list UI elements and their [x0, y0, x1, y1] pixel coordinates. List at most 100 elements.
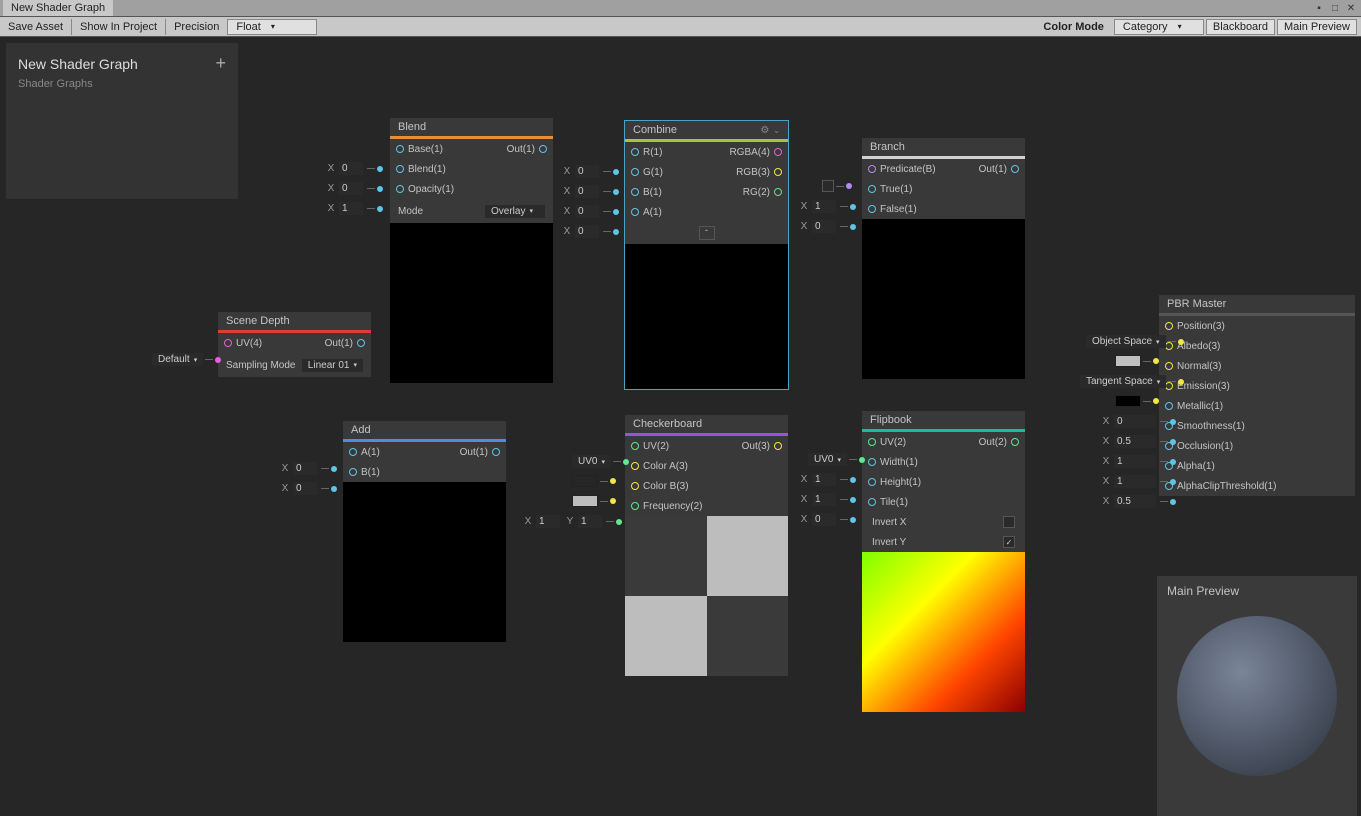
node-title[interactable]: Branch — [862, 138, 1025, 156]
branch-false-prefield[interactable]: X0 — [798, 220, 856, 233]
sampling-mode-dropdown[interactable]: Linear 01 — [302, 359, 363, 372]
node-flipbook[interactable]: Flipbook UV(2) Width(1) Height(1) Tile(1… — [862, 411, 1025, 712]
uv-dropdown[interactable]: UV0 — [572, 455, 611, 468]
port-in-b[interactable] — [631, 188, 639, 196]
blackboard-panel[interactable]: New Shader Graph + Shader Graphs — [6, 43, 238, 199]
blend-base-prefield[interactable]: X0 — [325, 162, 383, 175]
port-out[interactable] — [1011, 438, 1019, 446]
combine-g-prefield[interactable]: X0 — [561, 185, 619, 198]
pbr-alpha-prefield[interactable]: X1 — [1100, 475, 1176, 488]
node-scene-depth[interactable]: Scene Depth UV(4) Out(1) Sampling Mode L… — [218, 312, 371, 377]
branch-true-prefield[interactable]: X1 — [798, 200, 856, 213]
port-in-g[interactable] — [631, 168, 639, 176]
pbr-albedo-swatch[interactable] — [1115, 355, 1159, 367]
node-title[interactable]: Flipbook — [862, 411, 1025, 429]
port-in-metallic[interactable] — [1165, 402, 1173, 410]
checker-uv-prefield[interactable]: UV0 — [572, 455, 629, 468]
port-out-rgba[interactable] — [774, 148, 782, 156]
graph-canvas[interactable]: New Shader Graph + Shader Graphs Blend B… — [0, 37, 1361, 816]
main-preview-toggle[interactable]: Main Preview — [1277, 19, 1357, 35]
collapse-preview-button[interactable]: ˆ — [699, 226, 715, 240]
port-out[interactable] — [539, 145, 547, 153]
combine-b-prefield[interactable]: X0 — [561, 205, 619, 218]
checker-colorb-swatch[interactable] — [572, 495, 616, 507]
port-in-normal[interactable] — [1165, 362, 1173, 370]
node-blend[interactable]: Blend Base(1) Blend(1) Opacity(1) Out(1)… — [390, 118, 553, 383]
port-in-opacity[interactable] — [396, 185, 404, 193]
pbr-position-prefield[interactable]: Object Space — [1086, 335, 1184, 348]
port-in-uv[interactable] — [224, 339, 232, 347]
port-in-predicate[interactable] — [868, 165, 876, 173]
add-a-prefield[interactable]: X0 — [279, 462, 337, 475]
save-asset-button[interactable]: Save Asset — [0, 19, 72, 35]
port-out[interactable] — [774, 442, 782, 450]
blend-opacity-prefield[interactable]: X1 — [325, 202, 383, 215]
space-dropdown[interactable]: Object Space — [1086, 335, 1166, 348]
predicate-checkbox[interactable] — [822, 180, 834, 192]
port-in-false[interactable] — [868, 205, 876, 213]
port-in-b[interactable] — [349, 468, 357, 476]
combine-a-prefield[interactable]: X0 — [561, 225, 619, 238]
gear-icon[interactable]: ⚙ — [760, 125, 769, 136]
precision-dropdown[interactable]: Float — [227, 19, 317, 35]
port-in-r[interactable] — [631, 148, 639, 156]
port-in-position[interactable] — [1165, 322, 1173, 330]
scenedepth-uv-prefield[interactable]: Default — [152, 353, 221, 366]
flipbook-tile-prefield[interactable]: X0 — [798, 513, 856, 526]
invert-y-checkbox[interactable]: ✓ — [1003, 536, 1015, 548]
port-in-base[interactable] — [396, 145, 404, 153]
node-title[interactable]: Blend — [390, 118, 553, 136]
port-in-colorb[interactable] — [631, 482, 639, 490]
uv-dropdown[interactable]: UV0 — [808, 453, 847, 466]
node-title[interactable]: Checkerboard — [625, 415, 788, 433]
branch-pred-prefield[interactable] — [822, 180, 852, 192]
node-checkerboard[interactable]: Checkerboard UV(2) Color A(3) Color B(3)… — [625, 415, 788, 676]
node-title[interactable]: Scene Depth — [218, 312, 371, 330]
node-combine[interactable]: Combine ⚙ ⌄ R(1) G(1) B(1) A(1) RGBA(4) … — [625, 121, 788, 389]
port-out-rg[interactable] — [774, 188, 782, 196]
preview-sphere[interactable] — [1177, 616, 1337, 776]
port-in-height[interactable] — [868, 478, 876, 486]
port-in-uv[interactable] — [631, 442, 639, 450]
pbr-alphaclip-prefield[interactable]: X0.5 — [1100, 495, 1176, 508]
maximize-icon[interactable]: □ — [1329, 2, 1341, 14]
flipbook-uv-prefield[interactable]: UV0 — [808, 453, 865, 466]
pbr-metallic-prefield[interactable]: X0 — [1100, 415, 1176, 428]
port-in-true[interactable] — [868, 185, 876, 193]
blend-blend-prefield[interactable]: X0 — [325, 182, 383, 195]
pbr-emission-swatch[interactable] — [1115, 395, 1159, 407]
port-in-freq[interactable] — [631, 502, 639, 510]
window-tab[interactable]: New Shader Graph — [3, 0, 113, 16]
port-out[interactable] — [492, 448, 500, 456]
checker-colora-swatch[interactable] — [572, 475, 616, 487]
node-branch[interactable]: Branch Predicate(B) True(1) False(1) Out… — [862, 138, 1025, 379]
node-title[interactable]: Add — [343, 421, 506, 439]
chevron-down-icon[interactable]: ⌄ — [773, 126, 780, 135]
main-preview-panel[interactable]: Main Preview — [1157, 576, 1357, 816]
flipbook-width-prefield[interactable]: X1 — [798, 473, 856, 486]
invert-x-checkbox[interactable] — [1003, 516, 1015, 528]
port-in-a[interactable] — [349, 448, 357, 456]
port-in-a[interactable] — [631, 208, 639, 216]
add-b-prefield[interactable]: X0 — [279, 482, 337, 495]
port-in-tile[interactable] — [868, 498, 876, 506]
pbr-normal-prefield[interactable]: Tangent Space — [1080, 375, 1184, 388]
add-property-button[interactable]: + — [215, 53, 226, 74]
pbr-smoothness-prefield[interactable]: X0.5 — [1100, 435, 1176, 448]
node-pbr-master[interactable]: PBR Master Position(3) Albedo(3) Normal(… — [1159, 295, 1355, 496]
blend-mode-dropdown[interactable]: Overlay — [485, 205, 545, 218]
close-icon[interactable]: ✕ — [1345, 2, 1357, 14]
blackboard-toggle[interactable]: Blackboard — [1206, 19, 1275, 35]
space-dropdown[interactable]: Tangent Space — [1080, 375, 1166, 388]
colormode-dropdown[interactable]: Category — [1114, 19, 1204, 35]
checker-freq-prefield[interactable]: X1Y1 — [522, 515, 622, 528]
uv-default-dropdown[interactable]: Default — [152, 353, 203, 366]
port-in-uv[interactable] — [868, 438, 876, 446]
port-out[interactable] — [1011, 165, 1019, 173]
show-in-project-button[interactable]: Show In Project — [72, 19, 166, 35]
node-title[interactable]: Combine ⚙ ⌄ — [625, 121, 788, 139]
port-out-rgb[interactable] — [774, 168, 782, 176]
combine-r-prefield[interactable]: X0 — [561, 165, 619, 178]
port-in-colora[interactable] — [631, 462, 639, 470]
port-out[interactable] — [357, 339, 365, 347]
